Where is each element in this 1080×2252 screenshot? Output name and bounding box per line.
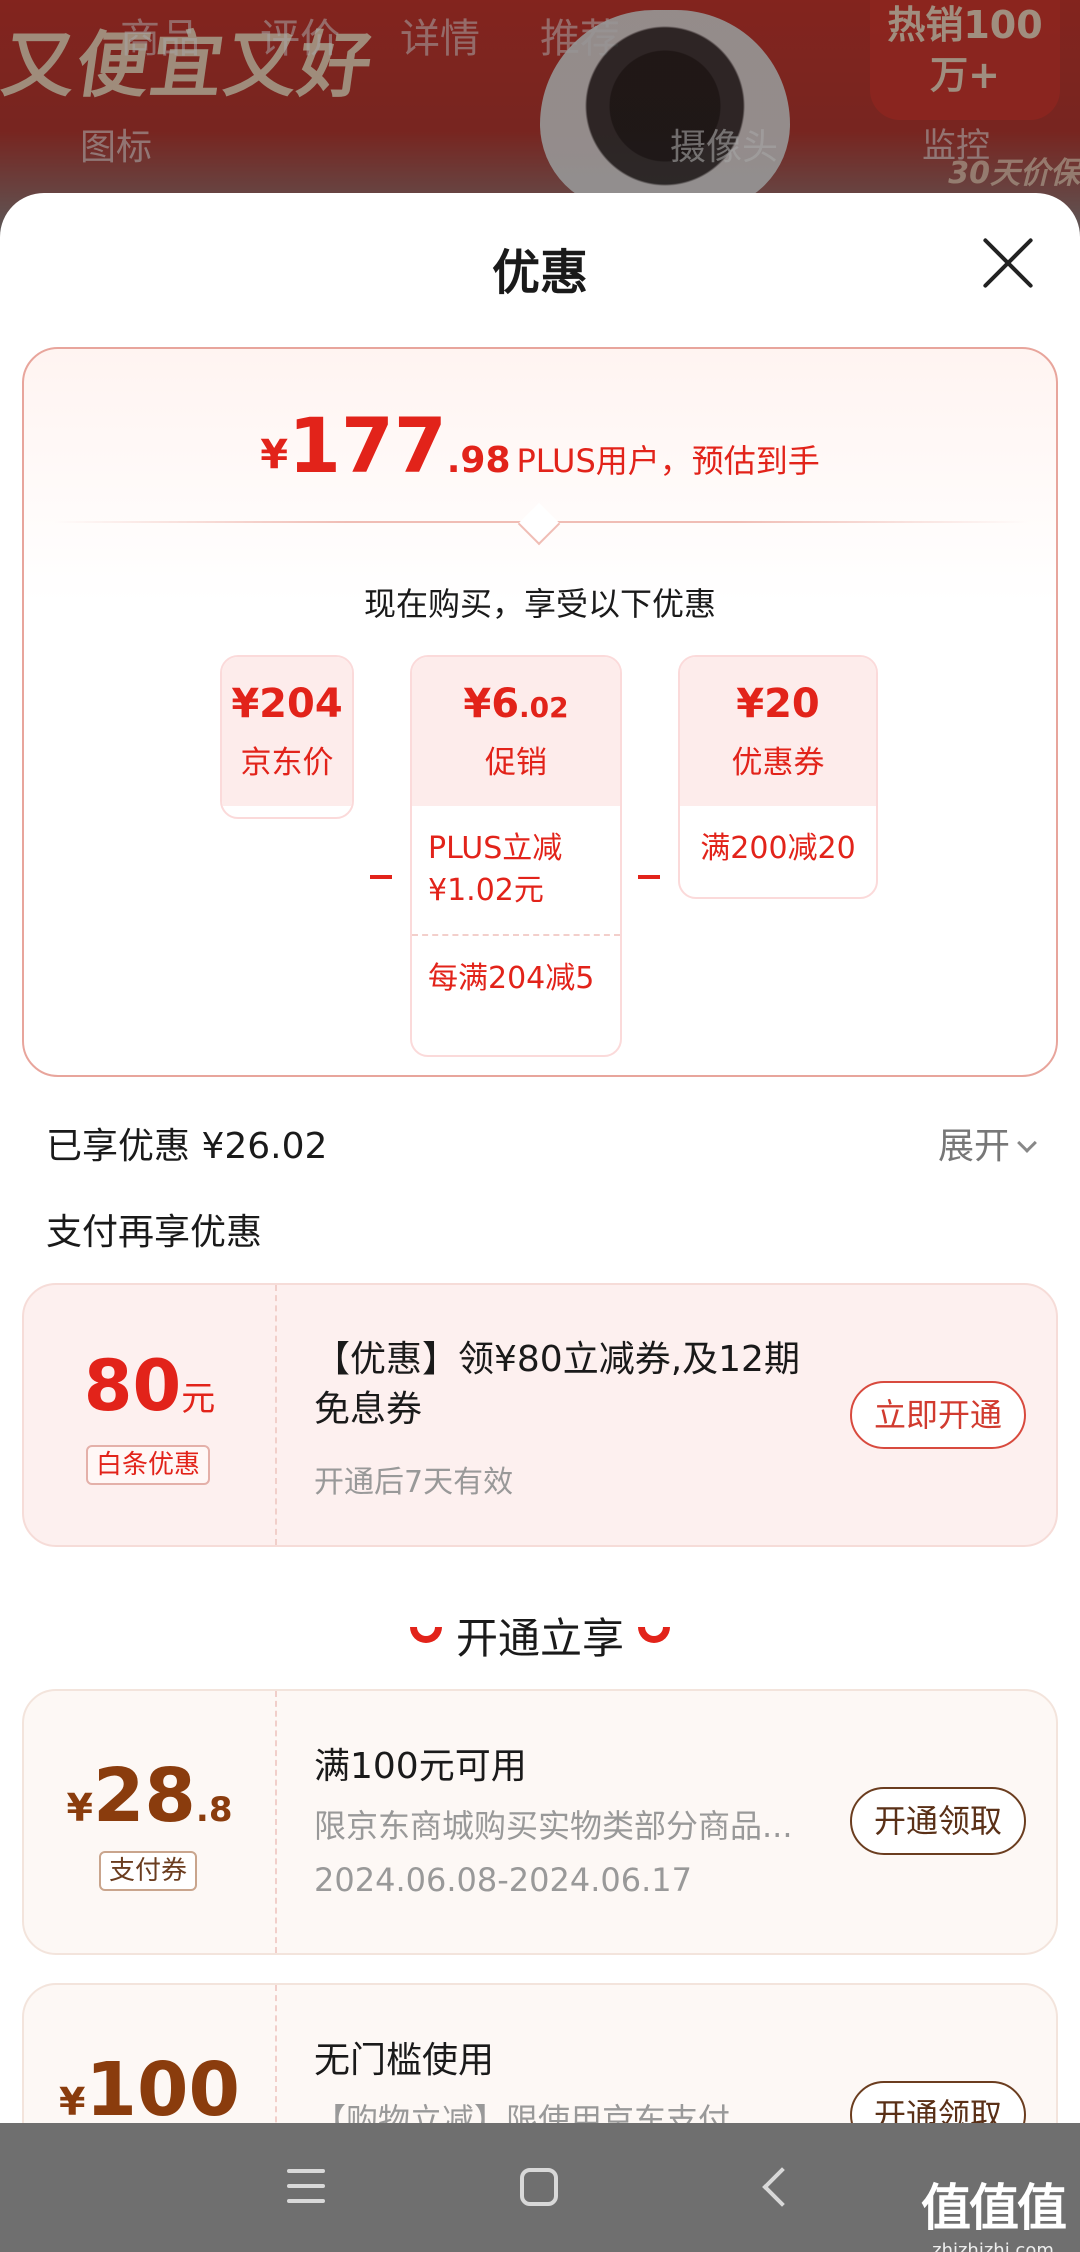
discount-sheet: 优惠 ¥177.98 PLUS用户，预估到手 现在购买，享受以下优惠 ¥204 京… bbox=[0, 193, 1080, 2123]
claim-coupon-button[interactable]: 开通领取 bbox=[850, 2081, 1026, 2123]
open-benefits-title: 开通立享 bbox=[0, 1605, 1080, 1666]
coupon-box: ¥20 优惠券 满200减20 bbox=[678, 655, 878, 899]
baitiao-tag: 白条优惠 bbox=[86, 1445, 211, 1485]
site-watermark: 值值值 zhizhizhi.com bbox=[918, 2168, 1068, 2252]
price-note: PLUS用户，预估到手 bbox=[516, 442, 820, 480]
coupon-condition: 无门槛使用 bbox=[314, 2040, 495, 2081]
chevron-down-icon bbox=[1017, 1133, 1037, 1153]
price-currency: ¥ bbox=[260, 432, 289, 478]
promo-amount: ¥6.02 bbox=[463, 681, 569, 727]
coupon-label: 优惠券 bbox=[731, 745, 825, 781]
price-decimal: .98 bbox=[446, 440, 511, 481]
watermark-logo-text: 值值值 bbox=[921, 2179, 1067, 2237]
recent-apps-icon[interactable] bbox=[287, 2169, 325, 2203]
promo-box: ¥6.02 促销 PLUS立减 ¥1.02元 每满204减5 bbox=[410, 655, 622, 1057]
promo-row: PLUS立减 ¥1.02元 bbox=[428, 831, 563, 908]
baitiao-desc: 【优惠】领¥80立减券,及12期免息券 bbox=[314, 1339, 800, 1430]
coupon-condition: 满100元可用 bbox=[314, 1746, 527, 1787]
coupon-value: ¥100 bbox=[59, 2047, 240, 2123]
price-integer: 177 bbox=[288, 401, 447, 490]
watermark-url: zhizhizhi.com bbox=[932, 2240, 1054, 2252]
home-icon[interactable] bbox=[520, 2168, 558, 2206]
jd-price-amount: ¥204 bbox=[231, 681, 343, 727]
coupon-row: 满200减20 bbox=[700, 831, 856, 866]
coupon-desc: 【购物立减】限使用京东支付 bbox=[314, 2101, 731, 2123]
baitiao-validity: 开通后7天有效 bbox=[314, 1465, 514, 1500]
jd-price-label: 京东价 bbox=[240, 745, 334, 781]
estimated-price: ¥177.98 PLUS用户，预估到手 bbox=[24, 401, 1056, 490]
price-summary-card: ¥177.98 PLUS用户，预估到手 现在购买，享受以下优惠 ¥204 京东价 … bbox=[22, 347, 1058, 1077]
expand-toggle[interactable]: 展开 bbox=[937, 1117, 1037, 1169]
coupon-date: 2024.06.08-2024.06.17 bbox=[314, 1861, 692, 1899]
coupon-desc: 限京东商城购买实物类部分商品... bbox=[314, 1807, 793, 1845]
coupon-amount: ¥20 bbox=[736, 681, 820, 727]
expand-label: 展开 bbox=[937, 1126, 1010, 1167]
payment-coupon: ¥100 无门槛使用 【购物立减】限使用京东支付 开通领取 bbox=[22, 1983, 1058, 2123]
baitiao-coupon: 80元 白条优惠 【优惠】领¥80立减券,及12期免息券 开通后7天有效 立即开… bbox=[22, 1283, 1058, 1547]
smile-icon bbox=[409, 1627, 442, 1643]
promo-label: 促销 bbox=[485, 745, 547, 781]
open-now-button[interactable]: 立即开通 bbox=[850, 1381, 1026, 1449]
enjoyed-discount: 已享优惠 ¥26.02 bbox=[46, 1126, 328, 1167]
divider-notch bbox=[517, 502, 561, 546]
smile-icon bbox=[638, 1627, 670, 1643]
payment-coupon: ¥28.8 支付券 满100元可用 限京东商城购买实物类部分商品... 2024… bbox=[22, 1689, 1058, 1955]
baitiao-amount: 80元 bbox=[83, 1345, 216, 1427]
minus-sign bbox=[638, 875, 660, 879]
coupon-tag: 支付券 bbox=[99, 1851, 198, 1891]
sheet-title: 优惠 bbox=[491, 245, 588, 301]
close-icon[interactable] bbox=[980, 235, 1036, 291]
minus-sign bbox=[370, 875, 392, 879]
back-icon[interactable] bbox=[762, 2167, 802, 2207]
coupon-value: ¥28.8 bbox=[66, 1753, 233, 1839]
promo-row: 每满204减5 bbox=[412, 934, 620, 1022]
claim-coupon-button[interactable]: 开通领取 bbox=[850, 1787, 1026, 1855]
enjoy-text: 现在购买，享受以下优惠 bbox=[363, 585, 716, 623]
jd-price-box: ¥204 京东价 bbox=[220, 655, 354, 819]
pay-discount-title: 支付再享优惠 bbox=[46, 1212, 263, 1253]
